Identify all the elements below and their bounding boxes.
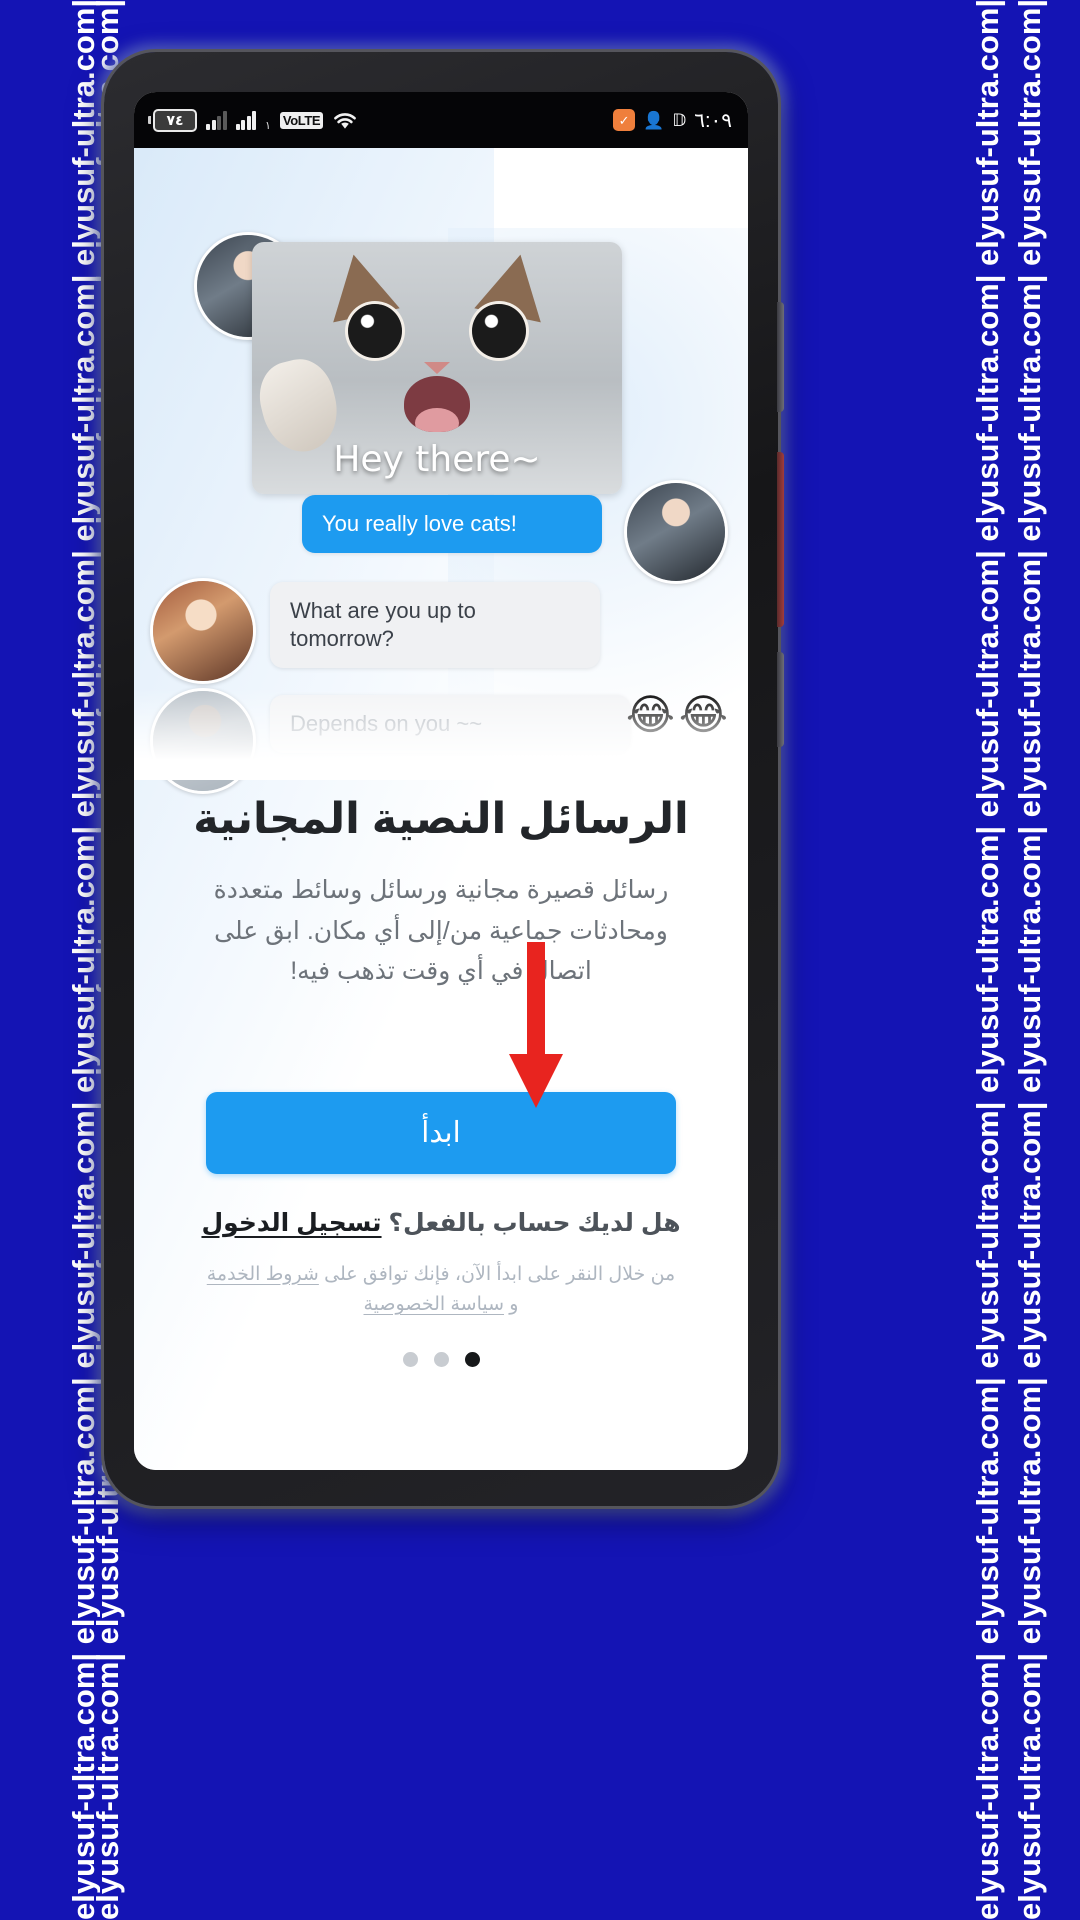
x-app-icon: 𝔻 [672,110,687,130]
volume-down-button[interactable] [777,652,784,747]
privacy-policy-link[interactable]: سياسة الخصوصية [364,1294,505,1315]
phone-device: ٧٤ ١ VoLTE ✓ 👤 𝔻 ٦:٠٩ Hey there~ You rea… [104,52,784,1506]
volume-up-button[interactable] [777,452,784,627]
orange-app-notification-icon: ✓ [613,109,636,131]
get-started-button[interactable]: ابدأ [206,1091,676,1174]
status-bar-right: ✓ 👤 𝔻 ٦:٠٩ [613,108,732,133]
cat-face [312,247,562,460]
terms-disclaimer: من خلال النقر على ابدأ الآن، فإنك توافق … [206,1260,676,1321]
cat-image-card: Hey there~ [252,242,622,494]
battery-tip [148,116,151,124]
page-root: elyusuf-ultra.com| elyusuf-ultra.com| el… [0,0,1080,1920]
battery-icon: ٧٤ [148,108,197,132]
signal-bars-icon [235,110,256,130]
pagination-dot[interactable] [402,1352,418,1368]
terms-of-service-link[interactable]: شروط الخدمة [207,1264,319,1285]
battery-level-label: ٧٤ [153,108,197,132]
status-bar: ٧٤ ١ VoLTE ✓ 👤 𝔻 ٦:٠٩ [134,92,748,148]
cta-container: ابدأ [134,941,748,1174]
status-bar-left: ٧٤ ١ VoLTE [148,108,358,132]
contacts-icon: 👤 [643,110,665,130]
volte-icon: VoLTE [279,111,324,129]
watermark-text: elyusuf-ultra.com| elyusuf-ultra.com| el… [1012,0,1047,1920]
pagination-dot[interactable] [433,1352,449,1368]
illustration-fade-overlay [134,688,748,780]
phone-screen: ٧٤ ١ VoLTE ✓ 👤 𝔻 ٦:٠٩ Hey there~ You rea… [134,92,748,1470]
cat-caption-text: Hey there~ [333,439,541,480]
signal-bars-icon [206,110,227,130]
login-prompt-label: هل لديك حساب بالفعل؟ [388,1208,681,1237]
pagination-dot-active[interactable] [464,1352,480,1368]
page-title: الرسائل النصية المجانية [193,795,689,843]
avatar [150,578,256,684]
onboarding-illustration: Hey there~ You really love cats! What ar… [134,190,748,794]
clock-label: ٦:٠٩ [694,109,732,132]
login-link[interactable]: تسجيل الدخول [201,1209,381,1237]
login-row: هل لديك حساب بالفعل؟ تسجيل الدخول [134,1208,748,1238]
sim-index-label: ١ [265,119,271,132]
avatar [624,480,728,584]
terms-conjunction-label: و [509,1293,519,1315]
power-button[interactable] [777,302,784,412]
page-description: رسائل قصيرة مجانية ورسائل وسائط متعددة و… [213,876,669,985]
app-content: Hey there~ You really love cats! What ar… [134,148,748,1470]
wifi-icon [332,110,358,130]
pagination-dots [134,1352,748,1368]
chat-bubble: What are you up to tomorrow? [270,582,600,669]
chat-bubble: You really love cats! [302,495,602,554]
watermark-right-outer: elyusuf-ultra.com| elyusuf-ultra.com| el… [980,0,1080,1920]
terms-prefix-label: من خلال النقر على ابدأ الآن، فإنك توافق … [324,1263,676,1285]
